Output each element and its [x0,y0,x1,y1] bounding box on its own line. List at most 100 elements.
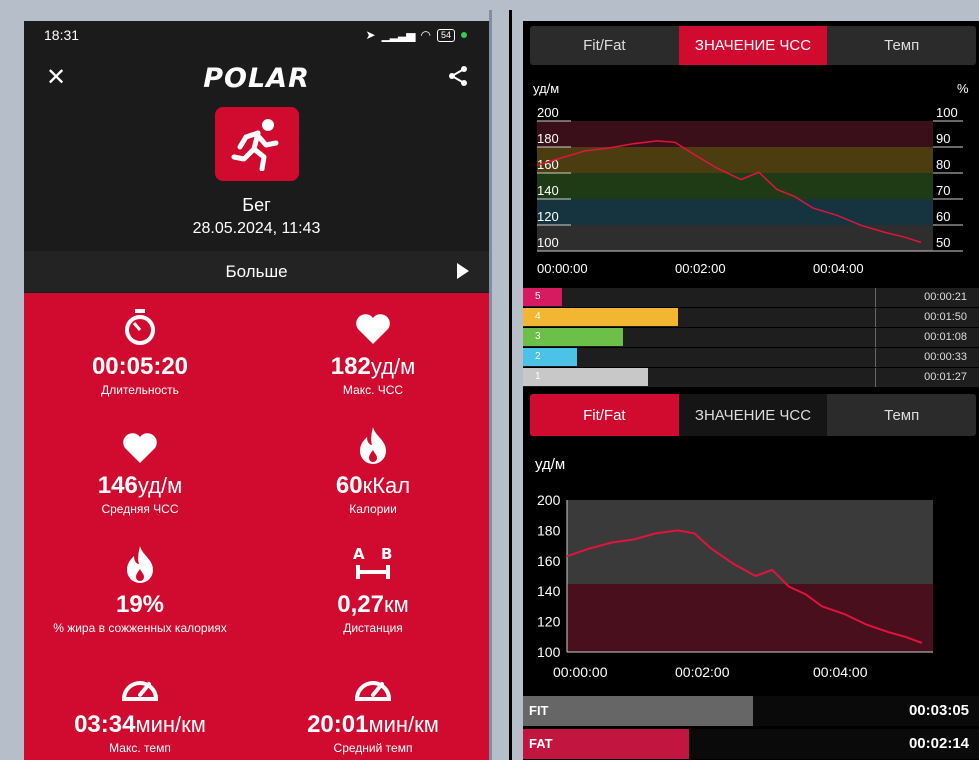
zone-row: 1 00:01:27 [523,368,979,387]
zone-summary: 5 00:00:21 4 00:01:50 3 00:01:08 2 00:00:33 1 00:… [523,287,979,389]
hr-y2-tick-label: 100 [936,105,958,120]
fit-fat-summary: FIT 00:03:05 FAT 00:02:14 [523,696,979,760]
hr-x-tick-label: 00:02:00 [675,261,726,276]
ff-y-tick-label: 120 [537,614,561,630]
speedometer-icon [257,665,489,703]
share-icon[interactable] [447,65,469,92]
status-icons: ➤ ▁▂▃▅ ◠ 54 [366,28,467,42]
zone-divider [875,288,876,307]
wifi-icon: ◠ [420,28,431,42]
close-icon[interactable]: ✕ [46,66,66,90]
ff-y-tick-label: 200 [537,492,561,508]
heart-icon [257,307,489,345]
ff-y-tick-label: 140 [537,583,561,599]
status-bar: 18:31 ➤ ▁▂▃▅ ◠ 54 [24,21,489,49]
hr-y2-tick-label: 50 [936,235,950,250]
ff-y-tick-label: 160 [537,553,561,569]
hr-y-tick-label: 140 [537,183,559,198]
stat-label: Калории [349,502,397,516]
stats-panel: 00:05:20 Длительность 182уд/м Макс. ЧСС … [24,293,489,760]
tab-hr-value[interactable]: ЗНАЧЕНИЕ ЧСС [678,394,828,436]
zone-row: 2 00:00:33 [523,348,979,367]
session-datetime: 28.05.2024, 11:43 [192,220,321,237]
stat-label: Дистанция [343,621,403,635]
fit-fat-chart: уд/м 200 180 160 140 120 100 00:00:00 00:02:00… [535,456,933,680]
hr-y-tick-label: 200 [537,105,559,120]
hr-y2-tick-label: 80 [936,157,950,172]
heart-icon [24,426,256,464]
tab-bar-bottom: Fit/Fat ЗНАЧЕНИЕ ЧСС Темп [530,394,976,436]
stat-value: 146уд/м [97,472,183,499]
charts-screen: Fit/Fat ЗНАЧЕНИЕ ЧСС Темп уд/м % 200 180 1… [523,21,979,760]
stat-label: Макс. темп [109,741,171,755]
stat-label: Длительность [101,383,179,397]
hr-y-tick-label: 100 [537,235,559,250]
sport-name: Бег [242,195,271,215]
zone-bar: 2 [523,348,577,366]
ff-y-tick-label: 100 [537,644,561,660]
tab-fit-fat[interactable]: Fit/Fat [530,26,679,65]
tab-hr-value[interactable]: ЗНАЧЕНИЕ ЧСС [678,26,828,65]
zone-divider [875,348,876,367]
stat-avg-hr: 146уд/м Средняя ЧСС [24,426,256,516]
stat-value: 19% [115,591,165,618]
more-label: Больше [225,261,288,281]
polar-logo: POLAR [203,62,310,94]
stat-fat-percent: 19% % жира в сожженных калориях [24,545,256,635]
app-bar: ✕ POLAR [24,49,489,107]
stat-value: 00:05:20 [91,353,189,380]
fitfat-row: FAT 00:02:14 [523,729,979,759]
more-button[interactable]: Больше [24,251,489,292]
hr-y-tick-label: 180 [537,131,559,146]
zone-row: 4 00:01:50 [523,308,979,327]
zone-bar: 1 [523,368,648,386]
stat-avg-pace: 20:01мин/км Средний темп [257,665,489,755]
stat-value: 03:34мин/км [74,711,206,738]
stat-label: Макс. ЧСС [342,383,404,397]
hr-y2-tick-label: 60 [936,209,950,224]
ff-y-axis-label: уд/м [535,456,565,473]
tab-bar-top: Fit/Fat ЗНАЧЕНИЕ ЧСС Темп [530,26,976,65]
hr-x-tick-label: 00:00:00 [537,261,588,276]
zone-bar: 3 [523,328,623,346]
distance-ab-icon: AB [257,545,489,583]
zone-time: 00:00:21 [924,291,967,303]
zone-row: 3 00:01:08 [523,328,979,347]
speedometer-icon [24,665,256,703]
zone-bar: 5 [523,288,562,306]
stat-value: 0,27км [337,591,409,618]
zone-number: 4 [535,311,541,322]
stat-label: % жира в сожженных калориях [53,621,227,635]
hr-y2-tick-label: 70 [936,183,950,198]
stat-value: 182уд/м [330,353,416,380]
zone-row: 5 00:00:21 [523,288,979,307]
hr-x-tick-label: 00:04:00 [813,261,864,276]
stat-label: Средний темп [333,741,413,755]
fitfat-row: FIT 00:03:05 [523,696,979,726]
stat-value: 20:01мин/км [307,711,439,738]
stat-max-pace: 03:34мин/км Макс. темп [24,665,256,755]
fitfat-time: 00:03:05 [908,702,969,719]
flame-icon [24,545,256,583]
status-time: 18:31 [44,27,80,43]
session-header: Бег 28.05.2024, 11:43 [24,107,489,251]
fitfat-time: 00:02:14 [908,735,969,752]
zone-divider [875,368,876,387]
battery-icon: 54 [436,28,455,42]
tab-fit-fat[interactable]: Fit/Fat [530,394,679,436]
zone-divider [875,308,876,327]
stat-label: Средняя ЧСС [101,502,179,516]
ff-x-tick-label: 00:04:00 [813,664,868,680]
stopwatch-icon [24,307,256,345]
zone-band-5 [537,121,933,147]
zone-time: 00:01:08 [924,331,967,343]
tab-pace[interactable]: Темп [827,26,976,65]
session-summary-screen: 18:31 ➤ ▁▂▃▅ ◠ 54 ✕ POLAR Бег 28.05.2024… [24,21,489,760]
stat-distance: AB 0,27км Дистанция [257,545,489,635]
hr-zone-chart: уд/м % 200180160140120100 1009080706050 … [533,81,969,276]
zone-number: 5 [535,291,541,302]
fat-zone-band [567,584,933,652]
zone-time: 00:00:33 [924,351,967,363]
tab-pace[interactable]: Темп [827,394,976,436]
location-icon: ➤ [365,28,376,42]
